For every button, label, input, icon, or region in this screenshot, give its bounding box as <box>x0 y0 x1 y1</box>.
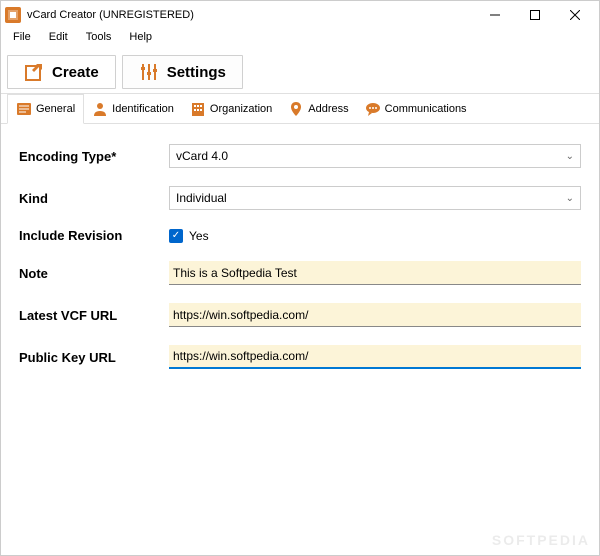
label-kind: Kind <box>19 191 169 206</box>
minimize-button[interactable] <box>475 1 515 29</box>
tab-label: General <box>36 103 75 115</box>
tab-label: Identification <box>112 103 174 115</box>
chevron-down-icon: ⌄ <box>566 151 574 162</box>
tab-identification[interactable]: Identification <box>84 94 182 123</box>
tab-address[interactable]: Address <box>280 94 356 123</box>
titlebar: vCard Creator (UNREGISTERED) <box>1 1 599 29</box>
select-value: vCard 4.0 <box>176 149 228 163</box>
menu-tools[interactable]: Tools <box>78 29 120 51</box>
label-latest-vcf-url: Latest VCF URL <box>19 308 169 323</box>
settings-label: Settings <box>167 64 226 81</box>
chevron-down-icon: ⌄ <box>566 193 574 204</box>
label-encoding-type: Encoding Type* <box>19 149 169 164</box>
row-latest-vcf-url: Latest VCF URL <box>19 303 581 327</box>
settings-icon <box>139 62 159 82</box>
checkbox-include-revision[interactable]: ✓ Yes <box>169 229 581 243</box>
settings-button[interactable]: Settings <box>122 55 243 89</box>
address-icon <box>288 101 304 117</box>
watermark: SOFTPEDIA <box>492 532 590 548</box>
app-window: vCard Creator (UNREGISTERED) File Edit T… <box>0 0 600 556</box>
label-public-key-url: Public Key URL <box>19 350 169 365</box>
menu-file[interactable]: File <box>5 29 39 51</box>
tab-label: Communications <box>385 103 467 115</box>
tab-general[interactable]: General <box>7 94 84 124</box>
organization-icon <box>190 101 206 117</box>
toolbar: Create Settings <box>1 51 599 94</box>
menu-help[interactable]: Help <box>121 29 160 51</box>
tab-label: Address <box>308 103 348 115</box>
checkbox-icon: ✓ <box>169 229 183 243</box>
tab-communications[interactable]: Communications <box>357 94 475 123</box>
row-public-key-url: Public Key URL <box>19 345 581 369</box>
tab-label: Organization <box>210 103 272 115</box>
close-button[interactable] <box>555 1 595 29</box>
select-kind[interactable]: Individual ⌄ <box>169 186 581 210</box>
row-note: Note <box>19 261 581 285</box>
create-button[interactable]: Create <box>7 55 116 89</box>
select-encoding-type[interactable]: vCard 4.0 ⌄ <box>169 144 581 168</box>
app-icon <box>5 7 21 23</box>
label-include-revision: Include Revision <box>19 228 169 243</box>
row-include-revision: Include Revision ✓ Yes <box>19 228 581 243</box>
maximize-button[interactable] <box>515 1 555 29</box>
communications-icon <box>365 101 381 117</box>
create-icon <box>24 62 44 82</box>
select-value: Individual <box>176 191 227 205</box>
window-title: vCard Creator (UNREGISTERED) <box>27 9 475 21</box>
general-icon <box>16 101 32 117</box>
identification-icon <box>92 101 108 117</box>
tab-bar: General Identification Organization Addr… <box>1 94 599 124</box>
form-panel: Encoding Type* vCard 4.0 ⌄ Kind Individu… <box>1 124 599 555</box>
tab-organization[interactable]: Organization <box>182 94 280 123</box>
input-note[interactable] <box>169 261 581 285</box>
label-note: Note <box>19 266 169 281</box>
create-label: Create <box>52 64 99 81</box>
window-controls <box>475 1 595 29</box>
row-encoding-type: Encoding Type* vCard 4.0 ⌄ <box>19 144 581 168</box>
checkbox-label: Yes <box>189 229 209 243</box>
row-kind: Kind Individual ⌄ <box>19 186 581 210</box>
input-latest-vcf-url[interactable] <box>169 303 581 327</box>
input-public-key-url[interactable] <box>169 345 581 369</box>
menu-edit[interactable]: Edit <box>41 29 76 51</box>
menubar: File Edit Tools Help <box>1 29 599 51</box>
